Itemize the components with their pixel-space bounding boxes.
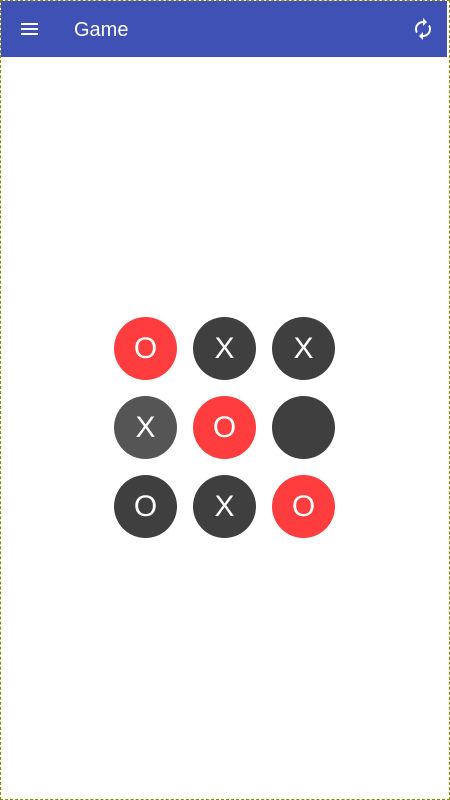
board-cell-4[interactable]: X [114,396,177,459]
app-bar: Game [1,1,447,57]
board-cell-3[interactable]: X [272,317,335,380]
board-cell-1[interactable]: O [114,317,177,380]
board-cell-2[interactable]: X [193,317,256,380]
game-board: O X X X O O X O [114,317,336,539]
board-cell-7[interactable]: O [114,475,177,538]
refresh-button[interactable] [411,17,435,41]
page-title: Game [74,19,129,41]
menu-icon [15,15,43,43]
board-cell-6[interactable] [272,396,335,459]
board-cell-8[interactable]: X [193,475,256,538]
refresh-icon [411,17,435,41]
board-cell-9[interactable]: O [272,475,335,538]
board-cell-5[interactable]: O [193,396,256,459]
menu-button[interactable] [15,15,43,43]
